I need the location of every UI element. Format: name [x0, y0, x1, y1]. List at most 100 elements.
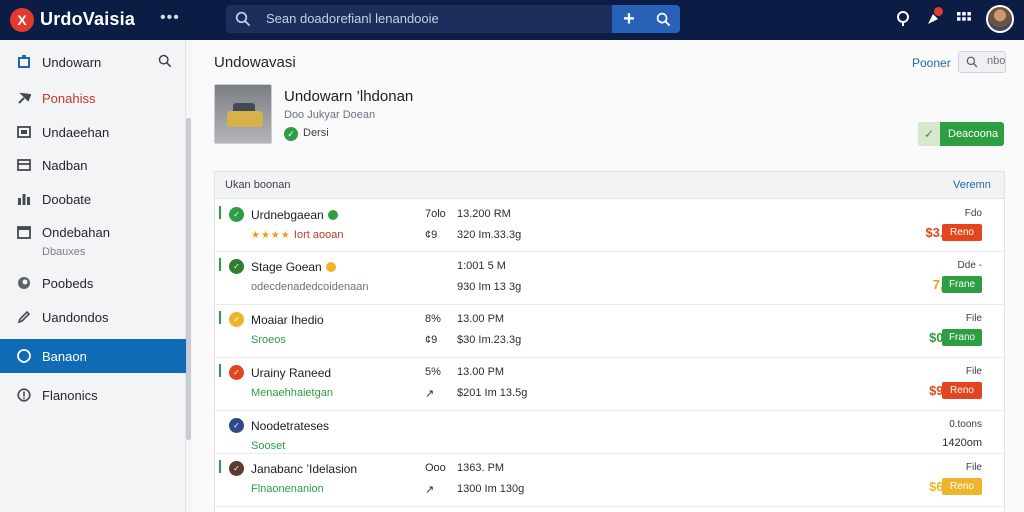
- row-col1-sub: ¢9: [425, 229, 438, 241]
- row-col2-sub: $201 Im 13.5g: [457, 387, 528, 399]
- main-search-button[interactable]: nbo: [958, 51, 1006, 73]
- sidebar-item-poobeds[interactable]: Poobeds: [0, 266, 186, 300]
- home-icon: [16, 54, 32, 70]
- help-icon[interactable]: [894, 10, 912, 28]
- row-tag: Sroeos: [251, 334, 286, 346]
- row-col2-sub: $30 Im.23.3g: [457, 334, 522, 346]
- sidebar-item-banaon[interactable]: Banaon: [0, 339, 186, 373]
- sidebar-item-label: Poobeds: [42, 275, 94, 291]
- sidebar: Undowarn Ponahiss Undaeehan Nadban Dooba…: [0, 40, 186, 512]
- rating-stars: ★★★★: [251, 230, 291, 241]
- sidebar-item-label: Uandondos: [42, 309, 109, 325]
- search-icon: [966, 56, 978, 68]
- row-avatar-icon: ✓: [229, 207, 244, 222]
- verified-icon: [327, 210, 338, 220]
- panel-title: Ukan boonan: [225, 179, 291, 191]
- table-row[interactable]: ✓ Urdnebgaean ★★★★ Iort aooan 7olo 13.200 RM…: [215, 200, 1004, 252]
- row-tag: Flnaonenanion: [251, 483, 324, 495]
- chart-icon: [16, 191, 32, 207]
- row-price: 1420om: [942, 437, 982, 449]
- notification-badge: [934, 7, 943, 16]
- table-row[interactable]: ✓ Moaiar Ihedio Sroeos 8% 13.00 PM ¢9 $30 Im.2…: [215, 305, 1004, 358]
- row-col2: 13.200 RM: [457, 208, 511, 220]
- add-button[interactable]: +: [612, 5, 646, 33]
- app-name[interactable]: UrdoVaisia: [40, 9, 135, 30]
- row-status-button[interactable]: Frane: [942, 276, 982, 293]
- row-status-button[interactable]: Reno: [942, 224, 982, 241]
- app-logo[interactable]: X: [10, 8, 34, 32]
- table-row[interactable]: ✓ Stage Goean odecdenadedcoidenaan 1:001 5 …: [215, 252, 1004, 305]
- row-col1-sub: ↗: [425, 388, 435, 400]
- more-menu-icon[interactable]: •••: [160, 9, 180, 27]
- sidebar-item-ponahiss[interactable]: Ponahiss: [0, 81, 186, 115]
- check-icon: ✓: [284, 127, 298, 141]
- main-search-label: nbo: [987, 55, 1006, 67]
- row-name[interactable]: Janabanc ’Idelasion: [251, 462, 357, 476]
- product-subtitle: Doo Jukyar Doean: [284, 109, 376, 121]
- primary-action-button[interactable]: ✓ Deacoona: [918, 122, 1004, 146]
- row-col2: 13.00 PM: [457, 313, 505, 325]
- row-status-button[interactable]: Frano: [942, 329, 982, 346]
- product-thumbnail[interactable]: [214, 84, 272, 144]
- row-col1: 8%: [425, 313, 441, 325]
- sidebar-search-icon[interactable]: [158, 54, 172, 68]
- sidebar-item-label: Doobate: [42, 191, 92, 207]
- table-row[interactable]: ✓ Janabanc ’Idelasion Flnaonenanion Ooo 1363…: [215, 454, 1004, 507]
- row-name[interactable]: Urdnebgaean: [251, 208, 338, 222]
- product-status: Dersi: [303, 127, 329, 139]
- row-status-button[interactable]: Reno: [942, 382, 982, 399]
- sidebar-item-uandondos[interactable]: Uandondos: [0, 300, 186, 334]
- sidebar-item-flanonics[interactable]: Flanonics: [0, 378, 186, 412]
- row-col2: 1:001 5 M: [457, 260, 506, 272]
- pencil-icon: [16, 309, 32, 325]
- row-type: Dde -: [957, 260, 982, 271]
- row-name[interactable]: Stage Goean: [251, 260, 336, 274]
- row-col2: 1363. PM: [457, 462, 505, 474]
- search-icon: [656, 12, 670, 26]
- sidebar-item-undaeehan[interactable]: Undaeehan: [0, 115, 186, 149]
- row-col1-sub: ¢9: [425, 334, 438, 346]
- row-avatar-icon: ✓: [229, 418, 244, 433]
- sidebar-item-label: Ponahiss: [42, 90, 96, 106]
- row-avatar-icon: ✓: [229, 259, 244, 274]
- top-link[interactable]: Pooner: [912, 56, 951, 70]
- sidebar-item-nadban[interactable]: Nadban: [0, 148, 186, 182]
- sidebar-item-ondebahan[interactable]: Ondebahan: [0, 215, 186, 249]
- calendar-icon: [16, 224, 32, 240]
- pin-icon: [16, 90, 32, 106]
- tag-icon: [16, 348, 32, 364]
- listing-panel: Ukan boonan Veremn ✓ Urdnebgaean ★★★★ Iort…: [214, 171, 1005, 512]
- apps-grid-icon[interactable]: [955, 10, 973, 28]
- global-search-input[interactable]: Sean doadorefianl lenandooie: [226, 5, 612, 33]
- row-accent: [219, 460, 221, 473]
- row-name[interactable]: Moaiar Ihedio: [251, 313, 324, 327]
- row-col2-sub: 930 Im 13 3g: [457, 281, 522, 293]
- row-tag: ★★★★ Iort aooan: [251, 229, 344, 241]
- table-row[interactable]: ✓ Urainy Raneed Menaehhaietgan 5% 13.00 PM ↗ $…: [215, 358, 1004, 411]
- row-avatar-icon: ✓: [229, 461, 244, 476]
- row-name[interactable]: Urainy Raneed: [251, 366, 331, 380]
- row-tag: Sooset: [251, 440, 286, 452]
- sidebar-item-label: Undowarn: [42, 54, 102, 70]
- search-text: Sean doadorefianl lenandooie: [266, 11, 439, 26]
- card-icon: [16, 157, 32, 173]
- sidebar-scrollbar[interactable]: [186, 118, 191, 440]
- globe-icon: [16, 275, 32, 291]
- row-type: File: [965, 462, 982, 473]
- row-tag: Menaehhaietgan: [251, 387, 333, 399]
- panel-link[interactable]: Veremn: [953, 179, 991, 191]
- search-button[interactable]: [646, 5, 680, 33]
- row-accent: [219, 206, 221, 219]
- sidebar-item-label: Flanonics: [42, 387, 98, 403]
- row-tag: odecdenadedcoidenaan: [251, 281, 369, 293]
- row-name[interactable]: Noodetrateses: [251, 419, 329, 433]
- row-col1-sub: ↗: [425, 484, 435, 496]
- sidebar-item-doobate[interactable]: Doobate: [0, 182, 186, 216]
- table-row[interactable]: ✓ Noodetrateses Sooset 0.toons 1420om: [215, 411, 1004, 454]
- row-type: 0.toons: [949, 419, 982, 430]
- row-avatar-icon: ✓: [229, 312, 244, 327]
- row-col2-sub: 1300 Im 130g: [457, 483, 525, 495]
- user-avatar[interactable]: [986, 5, 1014, 33]
- row-status-button[interactable]: Reno: [942, 478, 982, 495]
- row-avatar-icon: ✓: [229, 365, 244, 380]
